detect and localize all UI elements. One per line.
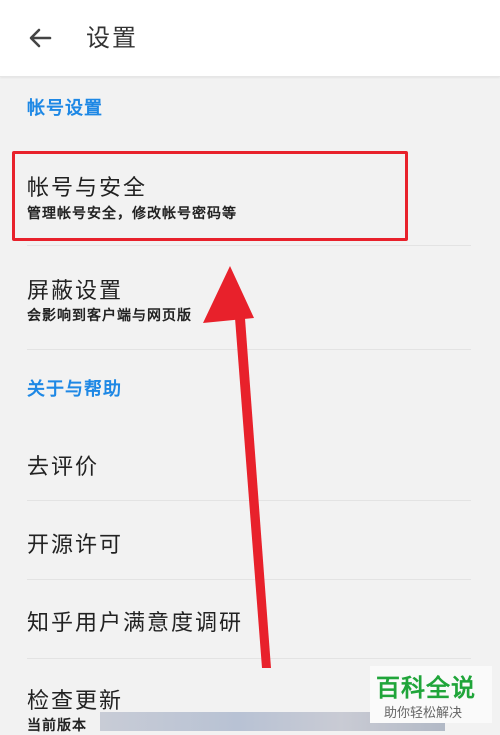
watermark: 百科全说 助你轻松解决 bbox=[370, 666, 492, 723]
annotation-arrow-icon bbox=[203, 266, 271, 668]
watermark-subtitle: 助你轻松解决 bbox=[384, 706, 463, 721]
watermark-title: 百科全说 bbox=[376, 674, 476, 702]
